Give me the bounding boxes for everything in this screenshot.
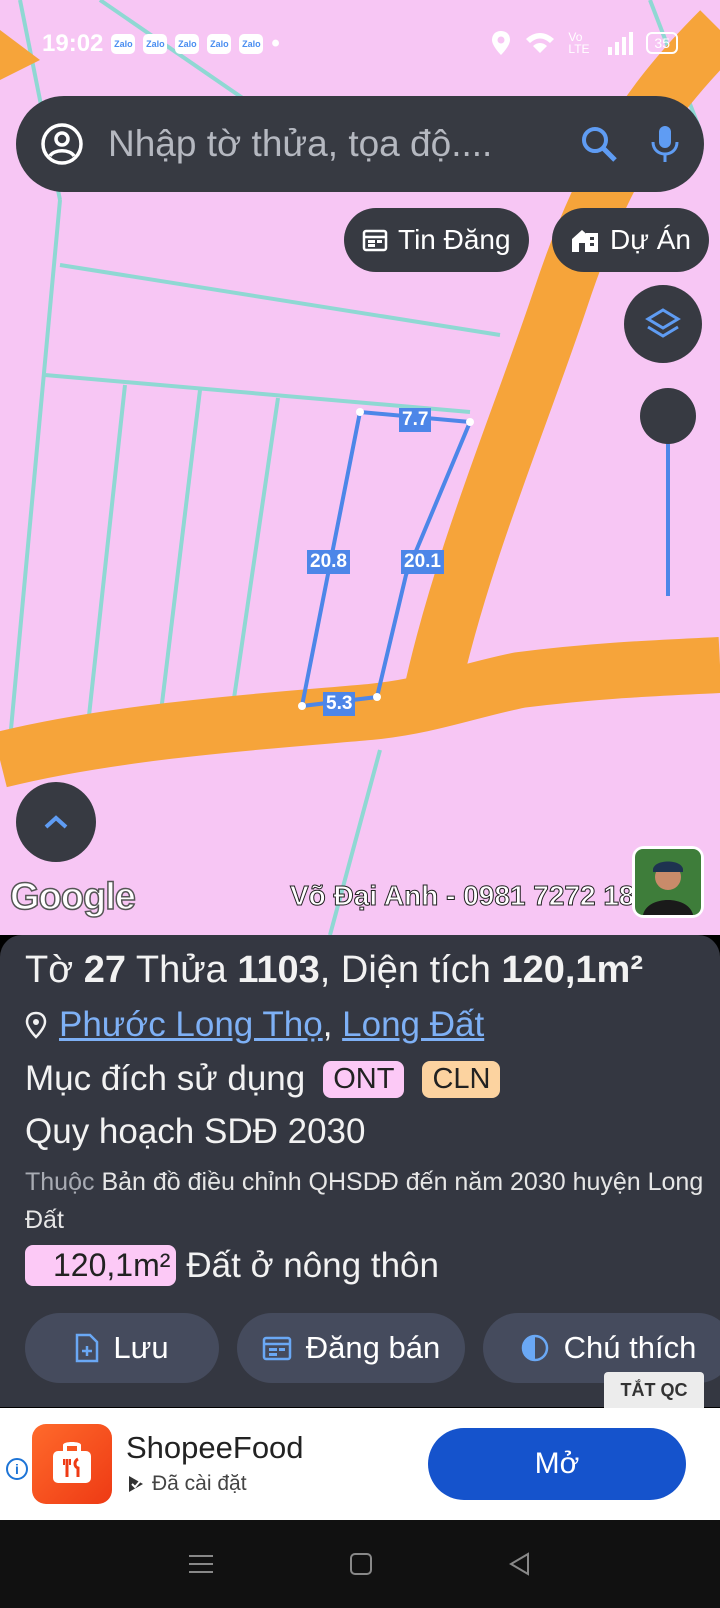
purpose-tag-cln[interactable]: CLN [422,1060,501,1098]
google-logo: Google [9,875,136,919]
ad-install-status: Đã cài đặt [126,1472,247,1496]
expand-panel-button[interactable] [16,782,96,862]
zalo-notification-icon: Zalo [143,34,168,54]
calendar-icon [262,1336,292,1361]
parcel-location: Phước Long Thọ, Long Đất [25,1005,484,1045]
edge-length-label: 5.3 [323,692,356,716]
system-nav-bar [0,1520,720,1608]
calendar-icon [362,229,388,252]
search-bar[interactable]: Nhập tờ thửa, tọa độ.... [16,96,704,192]
ad-info-icon[interactable]: i [6,1458,28,1480]
zoom-slider-track[interactable] [666,420,670,596]
edge-length-label: 20.1 [401,550,444,574]
building-icon [572,230,598,252]
battery-icon: 35 [646,32,678,54]
parcel-info-panel: Tờ 27 Thửa 1103, Diện tích 120,1m² Phước… [0,935,720,1407]
layers-icon [645,308,681,338]
close-ad-button[interactable]: TẮT QC [604,1372,704,1408]
zone-name: Đất ở nông thôn [186,1245,439,1285]
save-button[interactable]: Lưu [25,1313,219,1383]
location-pin-icon [25,1011,47,1039]
zoom-slider-handle[interactable] [640,388,696,444]
location-icon [492,31,511,55]
watermark-text: Võ Đại Anh - 0981 7272 18 [289,880,635,912]
installed-check-icon [129,1476,143,1492]
search-input[interactable]: Nhập tờ thửa, tọa độ.... [108,123,580,165]
zone-row: 120,1m² Đất ở nông thôn [25,1245,439,1286]
ad-app-name: ShopeeFood [126,1430,304,1465]
wifi-icon [526,33,555,53]
edge-length-label: 20.8 [307,550,350,574]
purpose-tag-ont[interactable]: ONT [323,1060,405,1098]
open-app-button[interactable]: Mở [428,1428,686,1500]
land-use-purpose: Mục đích sử dụng ONT CLN [25,1059,501,1099]
status-time: 19:02 [42,30,104,57]
plan-description: Thuộc Bản đồ điều chỉnh QHSDĐ đến năm 20… [25,1168,704,1234]
zalo-notification-icon: Zalo [175,34,200,54]
listings-chip[interactable]: Tin Đăng [344,208,529,272]
ad-banner[interactable]: i ShopeeFood Đã cài đặt Mở [0,1408,720,1520]
shopeefood-logo [32,1424,112,1504]
zalo-notification-icon: Zalo [111,34,136,54]
search-icon[interactable] [580,125,618,163]
layers-button[interactable] [624,285,702,363]
add-file-icon [76,1333,99,1363]
post-for-sale-button[interactable]: Đăng bán [237,1313,465,1383]
recent-apps-icon[interactable] [188,1553,214,1575]
plan-title: Quy hoạch SDĐ 2030 [25,1112,366,1151]
parcel-title: Tờ 27 Thửa 1103, Diện tích 120,1m² [25,949,643,991]
signal-icon [608,32,634,55]
back-icon[interactable] [508,1552,532,1576]
microphone-icon[interactable] [650,124,680,164]
chevron-up-icon [44,815,68,829]
zalo-notification-icon: Zalo [239,34,264,54]
zone-area-badge: 120,1m² [25,1245,177,1286]
ward-link[interactable]: Phước Long Thọ [59,1005,323,1044]
network-type: Vo LTE [568,30,590,56]
account-icon[interactable] [40,122,84,166]
more-notifications-icon: • [271,30,280,57]
projects-chip[interactable]: Dự Án [552,208,709,272]
avatar[interactable] [632,846,704,918]
purpose-label: Mục đích sử dụng [25,1059,306,1098]
home-icon[interactable] [349,1552,373,1576]
projects-label: Dự Án [610,224,691,255]
listings-label: Tin Đăng [398,224,511,255]
zalo-notification-icon: Zalo [207,34,232,54]
contrast-icon [521,1334,548,1362]
status-bar: 19:02 Zalo Zalo Zalo Zalo Zalo • Vo LTE … [0,0,720,90]
district-link[interactable]: Long Đất [342,1005,484,1044]
edge-length-label: 7.7 [399,408,432,432]
